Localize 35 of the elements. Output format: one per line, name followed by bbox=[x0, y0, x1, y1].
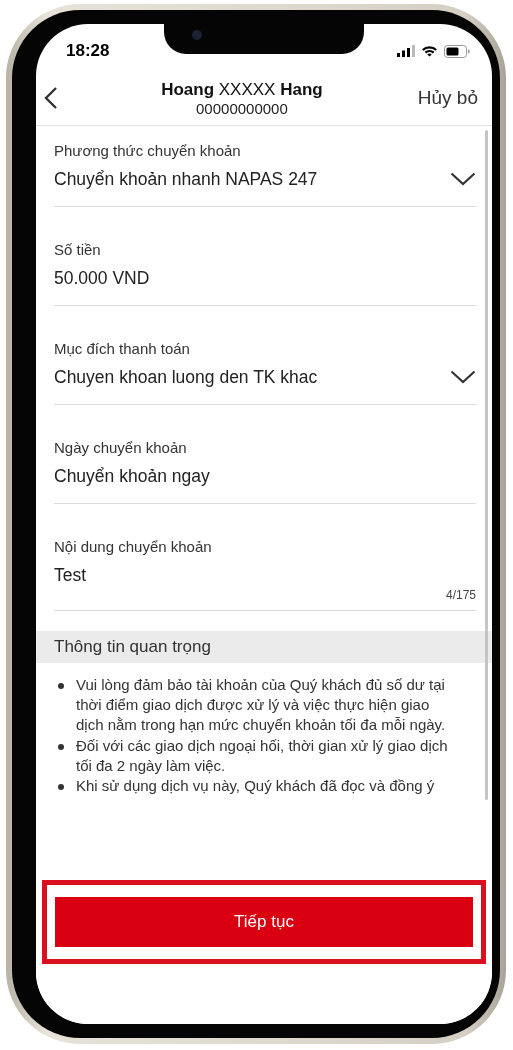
field-label: Phương thức chuyển khoản bbox=[54, 141, 242, 159]
bullet-icon bbox=[58, 743, 64, 750]
form-field[interactable]: Nội dung chuyển khoản Test 4/175 bbox=[54, 503, 476, 611]
chevron-down-icon bbox=[450, 172, 476, 187]
section-header: Thông tin quan trọng bbox=[36, 630, 492, 663]
field-value: Test bbox=[54, 564, 87, 586]
chevron-down-icon bbox=[450, 370, 476, 385]
field-value: Chuyển khoản nhanh NAPAS 247 bbox=[54, 168, 318, 190]
info-text: Vui lòng đảm bảo tài khoản của Quý khách đủ số dư tại thời điểm giao dịch được xử lý và việc thực hiện giao dịch nằm trong hạn mức chuyển khoản tối đa mỗi ngày. bbox=[76, 674, 447, 736]
form-field[interactable]: Ngày chuyển khoản Chuyển khoản ngay bbox=[54, 404, 476, 504]
field-label: Ngày chuyển khoản bbox=[54, 438, 188, 456]
bullet-icon bbox=[58, 784, 64, 791]
cancel-button[interactable]: Hủy bỏ bbox=[417, 87, 478, 110]
wifi-icon bbox=[421, 45, 438, 57]
info-text: Đối với các giao dịch ngoại hối, thời gian xử lý giao dịch tối đa 2 ngày làm việc. bbox=[76, 735, 449, 776]
field-value: 50.000 VND bbox=[54, 267, 150, 289]
account-name: Hoang XXXXX Hang bbox=[161, 80, 323, 100]
field-value: Chuyen khoan luong den TK khac bbox=[54, 366, 318, 388]
field-label: Mục đích thanh toán bbox=[54, 339, 191, 357]
camera-icon bbox=[192, 30, 202, 40]
form-field[interactable]: Số tiền 50.000 VND bbox=[54, 206, 476, 306]
account-number: 00000000000 bbox=[196, 99, 288, 117]
continue-button[interactable]: Tiếp tục bbox=[55, 897, 473, 947]
info-text: Khi sử dụng dịch vụ này, Quý khách đã đọc và đồng ý bbox=[76, 776, 435, 797]
battery-icon bbox=[444, 44, 470, 58]
status-time: 18:28 bbox=[66, 41, 110, 61]
character-counter: 4/175 bbox=[445, 587, 476, 602]
bullet-icon bbox=[58, 682, 64, 689]
signal-icon bbox=[397, 45, 415, 57]
back-icon[interactable] bbox=[44, 86, 58, 111]
field-label: Nội dung chuyển khoản bbox=[54, 537, 213, 555]
field-label: Số tiền bbox=[54, 240, 102, 258]
field-value: Chuyển khoản ngay bbox=[54, 465, 210, 487]
form-field[interactable]: Phương thức chuyển khoản Chuyển khoản nhanh NAPAS 247 bbox=[54, 125, 476, 207]
form-field[interactable]: Mục đích thanh toán Chuyen khoan luong den TK khac bbox=[54, 305, 476, 405]
